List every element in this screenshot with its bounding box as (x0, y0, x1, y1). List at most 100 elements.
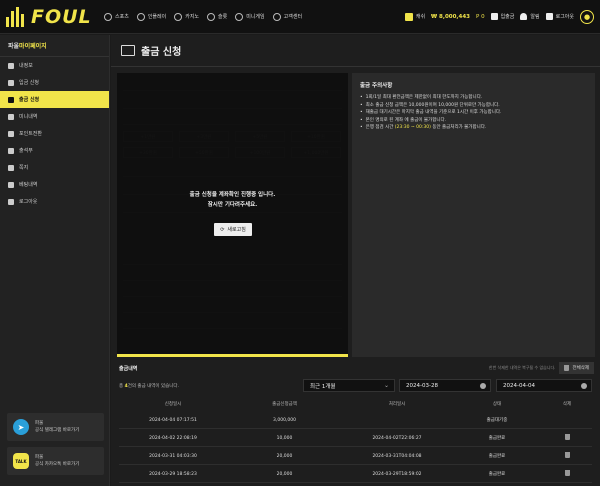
column-header: 출금신청금액 (272, 402, 297, 407)
headset-icon (272, 12, 281, 21)
nav-support[interactable]: 고객센터 (272, 12, 302, 21)
nav-inplay[interactable]: 인플레이 (136, 12, 166, 21)
period-select[interactable]: 최근 1개월 ⌄ (303, 379, 395, 392)
processed-time: 2024-03-31T04:04:08 (372, 453, 422, 459)
telegram-title: 파울 (35, 421, 44, 426)
logout-icon (8, 198, 14, 205)
notice-item: 재출금 대기시간은 마지막 출금 내역을 기준으로 1시간 이후 가능합니다. (360, 109, 587, 117)
sidebar-item-mini-history[interactable]: 미니내역 (0, 108, 109, 125)
submit-bar[interactable] (117, 354, 348, 357)
calendar-icon[interactable] (581, 383, 587, 389)
delete-row-button[interactable] (542, 470, 592, 478)
notice-text: 본인 명의로 된 계좌 에 출금이 불가합니다. (365, 117, 447, 123)
delete-row-button[interactable] (542, 452, 592, 460)
sidebar-item-label: 로그아웃 (19, 199, 38, 205)
status-badge: 출금대기중 (486, 418, 508, 423)
user-icon: ● (583, 12, 591, 21)
notify-label: 알림 (530, 14, 540, 20)
telegram-text: 파울 공식 텔레그램 바로가기 (35, 420, 79, 434)
trash-icon (564, 470, 570, 476)
table-row: 2024-03-29 18:58:23 20,000 2024-03-29T18… (119, 466, 592, 483)
delete-all-button[interactable]: 전체삭제 (559, 362, 594, 374)
sidebar-item-my-info[interactable]: 내정보 (0, 57, 109, 74)
brand-logo[interactable]: FOUL (6, 6, 100, 28)
sidebar-item-attendance[interactable]: 출석부 (0, 142, 109, 159)
notice-text: 최소 출금 신청 금액은 10,000원이며 10,000원 단위로만 가능합니… (365, 102, 500, 108)
refresh-icon: ⟳ (220, 226, 225, 233)
receipt-icon (8, 181, 14, 188)
sidebar-item-withdraw[interactable]: 출금 신청 (0, 91, 109, 108)
slot-icon (207, 12, 216, 21)
kakao-link[interactable]: TALK 파울 공식 카카오톡 바로가기 (7, 447, 104, 475)
wallet-icon (121, 45, 135, 56)
loading-overlay (117, 73, 348, 354)
history-header: 출금내역 한번 삭제한 내역은 복구될 수 없습니다. 전체삭제 (111, 361, 600, 375)
refresh-button[interactable]: ⟳ 새로고침 (214, 223, 252, 236)
sidebar-item-label: 포인트전환 (19, 131, 43, 137)
nav-sports[interactable]: 스포츠 (104, 12, 129, 21)
sidebar-item-label: 베팅내역 (19, 182, 38, 188)
wallet-icon (490, 13, 498, 20)
table-row: 2024-04-04 07:17:51 3,000,000 출금대기중 (119, 412, 592, 429)
sidebar-title-prefix: 파울 (8, 43, 20, 50)
nav-casino[interactable]: 카지노 (174, 12, 199, 21)
sidebar-item-bet-history[interactable]: 베팅내역 (0, 176, 109, 193)
sidebar-item-logout[interactable]: 로그아웃 (0, 193, 109, 210)
avatar[interactable]: ● (580, 9, 594, 24)
notice-item: 1회/1일 최대 환전금액은 제한없이 최대 한도까지 가능합니다. (360, 94, 587, 102)
date-to-input[interactable]: 2024-04-04 (496, 379, 592, 392)
table-row: 2024-03-31 04:03:30 20,000 2024-03-31T04… (119, 448, 592, 465)
sidebar-title: 파울 마이페이지 (0, 35, 109, 57)
processed-time: 2024-03-29T18:59:02 (372, 471, 422, 477)
main-nav: 스포츠 인플레이 카지노 슬롯 미니게임 고객센터 (104, 12, 302, 21)
bell-icon (520, 13, 528, 20)
nav-slot[interactable]: 슬롯 (207, 12, 228, 21)
sidebar-item-messages[interactable]: 쪽지 (0, 159, 109, 176)
calendar-icon[interactable] (480, 383, 486, 389)
column-header: 상태 (492, 402, 502, 407)
logout-button[interactable]: 로그아웃 (545, 13, 574, 20)
sports-icon (104, 12, 112, 21)
date-from-value: 2024-03-28 (406, 382, 438, 389)
nav-minigame[interactable]: 미니게임 (235, 12, 265, 21)
deposit-icon (8, 79, 14, 86)
deposit-withdraw-button[interactable]: 입출금 (490, 13, 515, 20)
delete-all-label: 전체삭제 (572, 366, 589, 371)
logout-label: 로그아웃 (555, 14, 574, 20)
casino-icon (174, 12, 183, 21)
delete-row-button[interactable] (542, 434, 592, 442)
notice-text: 은행 점검 시간 (365, 125, 395, 130)
withdraw-form-panel: +1만원 +3만원 +5만원 +10만원 +30만원 +50만원 +100만원 … (117, 73, 348, 354)
sidebar-item-point-convert[interactable]: 포인트전환 (0, 125, 109, 142)
top-bar: FOUL 스포츠 인플레이 카지노 슬롯 미니게임 고객센터 캐쉬 ₩ 8,00… (0, 0, 600, 34)
processed-time: 2024-04-02T22:06:27 (372, 435, 422, 441)
sidebar: 파울 마이페이지 내정보 입금 신청 출금 신청 미니내역 포인트전환 출석부 … (0, 35, 110, 486)
request-time: 2024-04-04 07:17:51 (149, 417, 197, 423)
sidebar-item-label: 쪽지 (19, 165, 29, 171)
sidebar-item-deposit[interactable]: 입금 신청 (0, 74, 109, 91)
status-badge: 출금완료 (488, 454, 506, 459)
balance-amount: ₩ 8,000,443 (431, 13, 470, 20)
main-content: 출금 신청 +1만원 +3만원 +5만원 +10만원 +30만원 +50만원 +… (111, 35, 600, 486)
table-header: 신청일시 출금신청금액 처리일시 상태 삭제 (119, 398, 592, 410)
kakao-title: 파울 (35, 455, 44, 460)
period-value: 최근 1개월 (310, 383, 336, 390)
notice-item: 본인 명의로 된 계좌 에 출금이 불가합니다. (360, 117, 587, 125)
amount: 20,000 (276, 471, 293, 477)
notification-button[interactable]: 알림 (520, 13, 540, 20)
telegram-link[interactable]: ➤ 파울 공식 텔레그램 바로가기 (7, 413, 104, 441)
deposit-label: 입출금 (500, 14, 515, 20)
sidebar-item-label: 입금 신청 (19, 80, 39, 86)
page-title: 출금 신청 (141, 47, 182, 58)
kakaotalk-icon: TALK (13, 453, 29, 469)
kakao-text: 파울 공식 카카오톡 바로가기 (35, 454, 79, 468)
notice-text: 동안 출금처리가 불가합니다. (430, 125, 487, 130)
column-header: 신청일시 (164, 402, 182, 407)
minigame-icon (235, 12, 244, 21)
column-header: 삭제 (562, 402, 572, 407)
nav-label: 슬롯 (218, 14, 228, 20)
sidebar-title-highlight: 마이페이지 (19, 43, 47, 50)
date-to-value: 2024-04-04 (503, 382, 535, 389)
trash-icon (564, 365, 570, 371)
date-from-input[interactable]: 2024-03-28 (399, 379, 491, 392)
